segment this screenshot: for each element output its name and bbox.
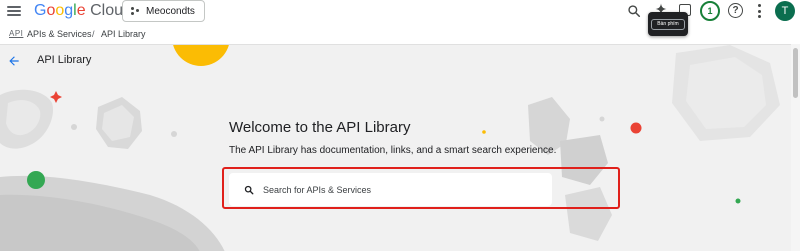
search-icon[interactable] bbox=[627, 4, 641, 18]
google-cloud-logo[interactable]: Google Cloud bbox=[34, 1, 132, 21]
welcome-heading: Welcome to the API Library bbox=[229, 119, 411, 136]
logo-text: Google Cloud bbox=[34, 2, 132, 19]
hamburger-menu-icon[interactable] bbox=[7, 4, 21, 18]
library-description: The API Library has documentation, links… bbox=[229, 145, 557, 156]
project-name: Meocondts bbox=[146, 5, 195, 17]
search-icon bbox=[244, 185, 254, 194]
breadcrumb-api-library[interactable]: API Library bbox=[101, 29, 146, 39]
project-icon bbox=[131, 7, 141, 15]
breadcrumb-apis-services[interactable]: APIs & Services bbox=[27, 29, 92, 39]
keyboard-tooltip: Bàn phím bbox=[648, 12, 688, 36]
api-icon: API bbox=[9, 29, 24, 38]
tooltip-text: Bàn phím bbox=[651, 18, 685, 30]
back-arrow-icon[interactable] bbox=[7, 54, 21, 68]
project-picker-button[interactable]: Meocondts bbox=[122, 0, 205, 22]
breadcrumb-separator: / bbox=[92, 29, 95, 39]
api-search-input[interactable] bbox=[263, 184, 523, 195]
scrollbar-thumb[interactable] bbox=[793, 48, 798, 98]
notifications-badge[interactable]: 1 bbox=[700, 1, 720, 21]
more-vert-icon[interactable] bbox=[757, 4, 761, 18]
top-app-bar: Google Cloud Meocondts Bàn phím 1 ? T bbox=[0, 0, 800, 36]
page-title: API Library bbox=[37, 54, 92, 66]
vertical-scrollbar[interactable] bbox=[791, 44, 800, 251]
help-icon[interactable]: ? bbox=[728, 3, 743, 18]
main-content: API Library Welcome to the API Library T… bbox=[0, 44, 791, 251]
api-search-box[interactable] bbox=[229, 173, 552, 206]
account-avatar[interactable]: T bbox=[775, 1, 795, 21]
